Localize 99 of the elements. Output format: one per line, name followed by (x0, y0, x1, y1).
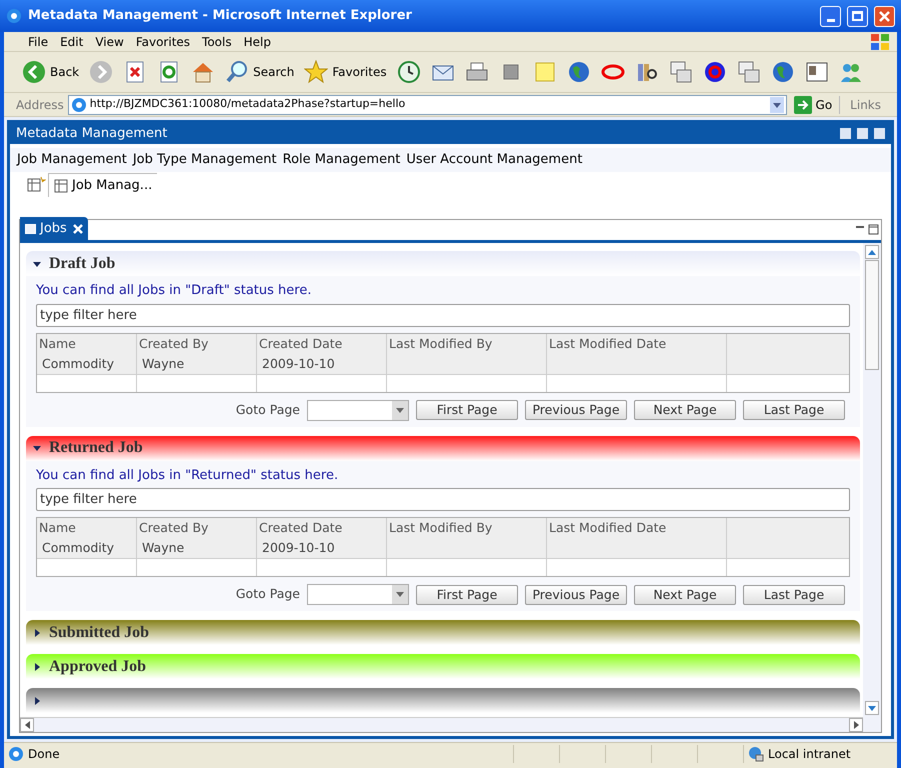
section-title: Submitted Job (49, 622, 150, 642)
column-header[interactable]: Created By (137, 518, 257, 538)
nav-link[interactable]: Job Type Management (132, 150, 277, 170)
search-icon (225, 60, 250, 84)
address-label: Address (16, 96, 64, 114)
app-title: Metadata Management (16, 124, 168, 143)
column-header[interactable]: Last Modified By (387, 334, 547, 354)
star-icon (304, 60, 328, 84)
circle-icon (702, 60, 727, 84)
minimize-button[interactable] (820, 6, 841, 26)
pager-button[interactable]: Previous Page (525, 400, 627, 420)
table-cell: Wayne (142, 356, 184, 370)
table-cell: 2009-10-10 (262, 540, 335, 555)
scroll-down-icon[interactable] (868, 706, 876, 710)
caret-down-icon (33, 260, 41, 268)
column-header[interactable]: Name (37, 334, 137, 354)
id-card-icon (804, 60, 829, 84)
close-icon (879, 10, 890, 22)
sort-icon (736, 60, 761, 84)
column-header[interactable]: Created Date (257, 518, 387, 538)
section-description: You can find all Jobs in "Returned" status here. (36, 466, 338, 484)
globe-icon (770, 60, 795, 84)
globe-computer-icon (748, 746, 764, 762)
column-header[interactable]: Last Modified By (387, 518, 547, 538)
clock-icon (396, 60, 421, 84)
menu-item[interactable]: Favorites (130, 32, 196, 50)
column-header[interactable]: Name (37, 518, 137, 538)
section-description: You can find all Jobs in "Draft" status here. (36, 282, 312, 300)
address-field[interactable]: http://BJZMDC361:10080/metadata2Phase?startup=hello (68, 94, 787, 114)
page-icon (8, 746, 24, 762)
vertical-scrollbar[interactable] (863, 243, 881, 732)
window-title: Metadata Management - Microsoft Internet Explorer (28, 7, 413, 26)
page-tab[interactable]: Job Manag... (48, 173, 158, 197)
goto-page-label: Goto Page (236, 585, 300, 604)
table-icon (54, 178, 68, 192)
pager-button[interactable]: First Page (416, 584, 518, 604)
section-title: Draft Job (49, 254, 116, 274)
note-icon (532, 60, 557, 84)
filter-field[interactable]: type filter here (36, 304, 850, 326)
menu-item[interactable]: Tools (196, 32, 238, 50)
table-cell: Wayne (142, 540, 184, 555)
maximize-button[interactable] (847, 6, 868, 26)
menu-item[interactable]: Edit (54, 32, 90, 50)
column-header[interactable]: Created Date (257, 334, 387, 354)
section-title: Approved Job (49, 656, 146, 676)
filter-field[interactable]: type filter here (36, 488, 850, 511)
goto-page-label: Goto Page (236, 400, 300, 419)
column-header[interactable]: Created By (137, 334, 257, 354)
sort-icon (668, 60, 693, 84)
toolbar-button[interactable]: Search (225, 57, 294, 87)
pager-button[interactable]: First Page (416, 400, 518, 420)
table-cell: 2009-10-10 (262, 356, 335, 370)
toolbar-button[interactable]: Back (22, 57, 80, 87)
windows-logo-icon (869, 32, 891, 52)
home-icon (191, 60, 216, 84)
section-header[interactable]: Approved Job (26, 654, 860, 679)
section-title: Returned Job (49, 438, 143, 458)
pager-button[interactable]: Last Page (743, 400, 845, 420)
section-header[interactable]: Submitted Job (26, 620, 860, 645)
nav-link[interactable]: Role Management (282, 150, 400, 170)
horizontal-scrollbar[interactable] (20, 717, 863, 732)
links-label[interactable]: Links (839, 96, 897, 114)
dropdown-arrow-icon (396, 592, 404, 597)
scroll-left-icon[interactable] (24, 721, 30, 729)
scroll-right-icon[interactable] (854, 721, 858, 729)
menu-item[interactable]: Help (238, 32, 277, 50)
page-dropdown[interactable] (307, 584, 409, 605)
toolbar-button[interactable]: Favorites (304, 57, 387, 87)
menu-item[interactable]: View (89, 32, 130, 50)
nav-link[interactable]: User Account Management (406, 150, 582, 170)
jobs-tab[interactable]: Jobs (20, 217, 88, 240)
column-header[interactable]: Last Modified Date (547, 334, 727, 354)
dropdown-arrow-icon (396, 408, 404, 412)
pager-button[interactable]: Last Page (743, 584, 845, 604)
go-button[interactable]: Go (790, 96, 836, 114)
caret-right-icon (33, 628, 41, 636)
table-cell: Commodity (42, 356, 114, 370)
page-icon (70, 96, 87, 112)
section-header[interactable] (26, 688, 860, 713)
pager-button[interactable]: Next Page (634, 400, 736, 420)
zone-text: Local intranet (768, 746, 851, 762)
globe-icon (566, 60, 591, 84)
caret-right-icon (33, 696, 41, 704)
scroll-thumb[interactable] (865, 260, 879, 370)
pager-button[interactable]: Previous Page (525, 584, 627, 604)
page-dropdown[interactable] (307, 400, 409, 420)
pager-button[interactable]: Next Page (634, 584, 736, 604)
nav-link[interactable]: Job Management (17, 150, 127, 170)
close-icon[interactable] (72, 224, 83, 234)
column-header[interactable]: Last Modified Date (547, 518, 727, 538)
caret-down-icon (33, 444, 41, 452)
table-cell: Commodity (42, 540, 114, 555)
section-header[interactable]: Returned Job (26, 436, 860, 460)
status-text: Done (28, 746, 61, 762)
menu-item[interactable]: File (22, 32, 54, 50)
caret-right-icon (33, 662, 41, 670)
close-button[interactable] (874, 6, 895, 26)
scroll-up-icon[interactable] (868, 250, 876, 254)
browser-icon (6, 8, 22, 24)
